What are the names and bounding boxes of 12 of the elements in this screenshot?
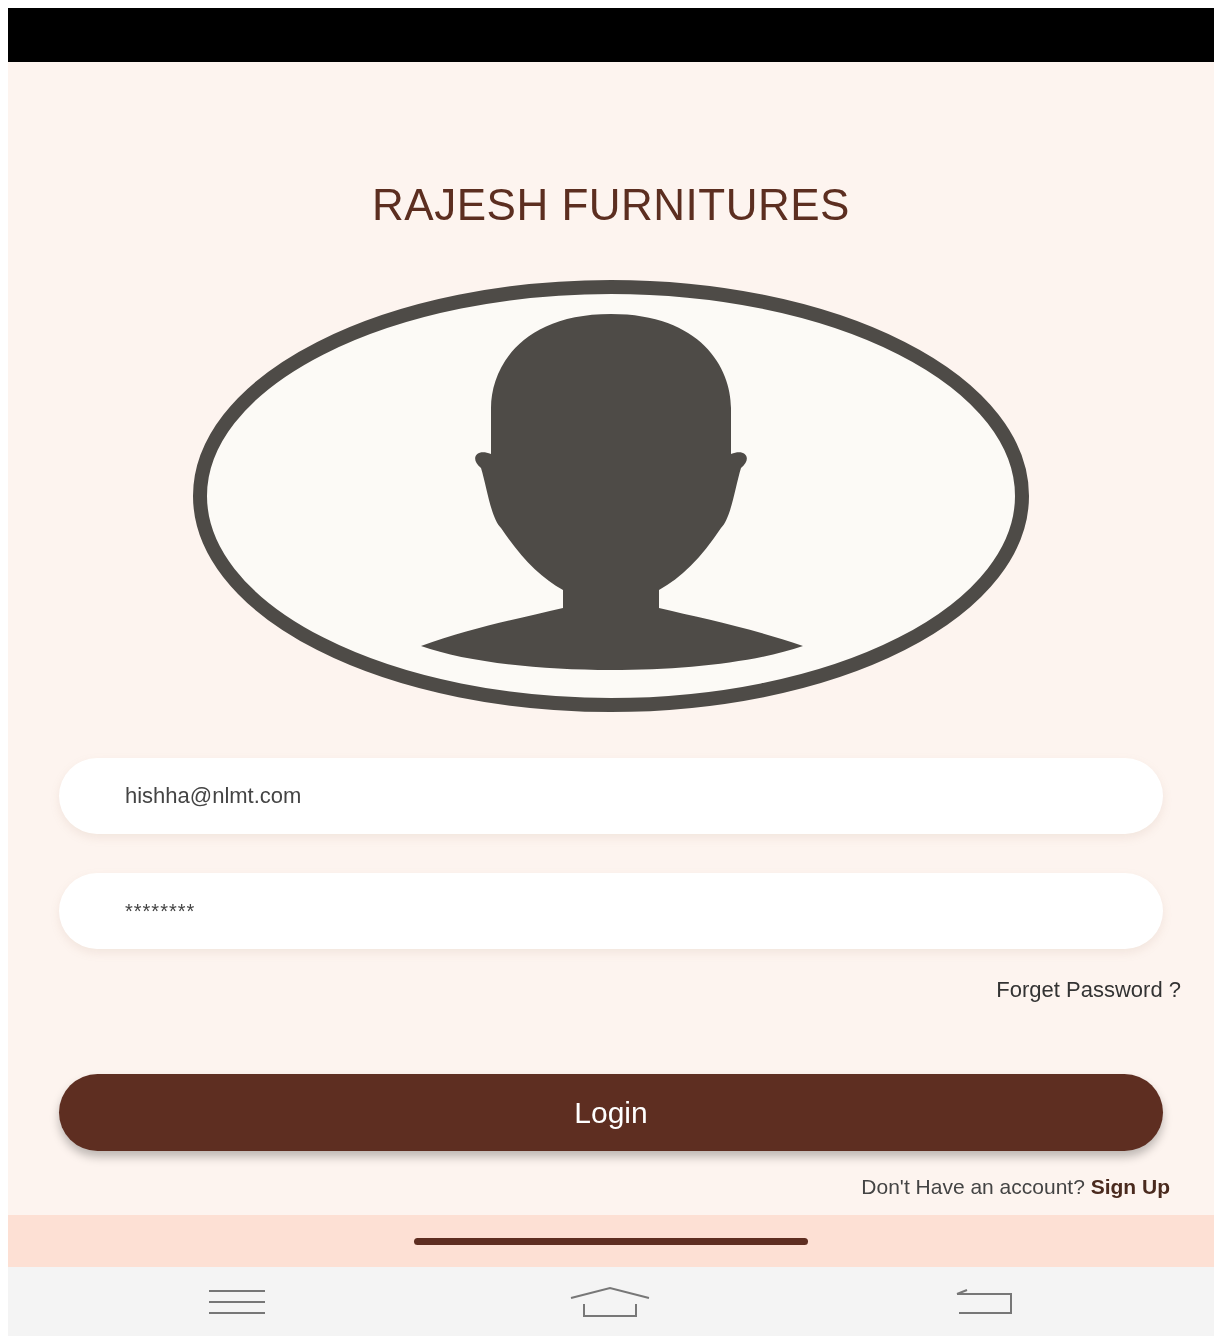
login-button[interactable]: Login (59, 1074, 1163, 1151)
forgot-password-link[interactable]: Forget Password ? (996, 973, 1181, 1006)
signup-link[interactable]: Sign Up (1090, 1175, 1170, 1198)
signup-prompt: Don't Have an account? Sign Up (861, 1174, 1170, 1200)
avatar-icon (191, 278, 1031, 714)
back-icon[interactable] (955, 1288, 1014, 1315)
home-indicator[interactable] (414, 1237, 808, 1245)
menu-icon[interactable] (208, 1288, 265, 1315)
password-field[interactable]: ******** (59, 873, 1163, 949)
email-field[interactable]: hishha@nlmt.com (59, 758, 1163, 834)
home-icon[interactable] (570, 1285, 650, 1318)
app-title: RAJESH FURNITURES (372, 179, 850, 231)
